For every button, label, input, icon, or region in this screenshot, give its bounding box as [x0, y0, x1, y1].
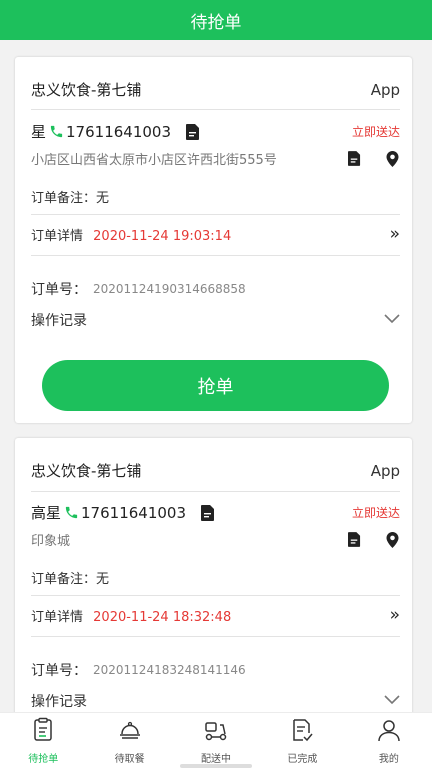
order-card-2: 忠义饮食-第七铺 App 高星 17611641003 立即送达 印象城 订单备… — [15, 438, 412, 728]
log-label: 操作记录 — [31, 694, 87, 710]
phone-icon[interactable] — [63, 505, 79, 521]
order-card-1: 忠义饮食-第七铺 App 星 17611641003 立即送达 小店区山西省太原… — [15, 57, 412, 423]
done-doc-icon — [289, 717, 315, 747]
divider — [31, 491, 400, 492]
divider — [31, 595, 400, 596]
shop-name: 忠义饮食-第七铺 — [31, 81, 142, 99]
double-chevron-right-icon[interactable]: » — [390, 224, 400, 244]
detail-label: 订单详情 — [31, 228, 84, 244]
divider — [31, 636, 400, 637]
delivery-address: 印象城 — [31, 534, 71, 549]
page-title: 待抢单 — [190, 12, 242, 33]
address-doc-icon[interactable] — [346, 151, 362, 167]
note-label: 订单备注： — [31, 572, 97, 587]
tab-label: 我的 — [378, 754, 399, 765]
delivery-type: 立即送达 — [351, 506, 400, 520]
grab-order-button[interactable]: 抢单 — [42, 360, 389, 411]
note-value: 无 — [96, 572, 110, 587]
chevron-down-icon[interactable] — [384, 312, 400, 328]
tab-delivering[interactable]: 配送中 — [173, 713, 259, 768]
location-pin-icon[interactable] — [384, 150, 400, 167]
order-no-label: 订单号： — [31, 663, 87, 679]
detail-label: 订单详情 — [31, 609, 84, 625]
order-source: App — [370, 80, 400, 99]
tab-me[interactable]: 我的 — [346, 713, 432, 768]
divider — [31, 109, 400, 110]
address-doc-icon[interactable] — [346, 532, 362, 548]
tab-label: 待抢单 — [28, 754, 59, 765]
order-time: 2020-11-24 18:32:48 — [93, 609, 232, 625]
order-detail-row[interactable]: 订单详情 2020-11-24 19:03:14 » — [31, 224, 400, 244]
customer-phone[interactable]: 17611641003 — [81, 504, 186, 522]
scooter-icon — [203, 717, 229, 747]
tab-awaiting-pickup[interactable]: 待取餐 — [86, 713, 172, 768]
customer-name: 高星 — [31, 504, 62, 522]
delivery-address: 小店区山西省太原市小店区许西北街555号 — [31, 153, 277, 168]
operation-log-row[interactable]: 操作记录 — [31, 310, 400, 330]
user-icon — [376, 717, 402, 747]
tab-label: 待取餐 — [114, 754, 145, 765]
shop-name: 忠义饮食-第七铺 — [31, 462, 142, 480]
top-bar: 待抢单 — [0, 0, 432, 40]
note-doc-icon[interactable] — [200, 504, 216, 521]
divider — [31, 214, 400, 215]
order-detail-row[interactable]: 订单详情 2020-11-24 18:32:48 » — [31, 605, 400, 625]
bottom-tab-bar: 待抢单 待取餐 配送中 已完成 我的 — [0, 712, 432, 768]
home-indicator — [180, 764, 252, 768]
note-value: 无 — [96, 191, 110, 206]
note-doc-icon[interactable] — [185, 123, 201, 140]
tab-label: 配送中 — [201, 754, 232, 765]
tab-completed[interactable]: 已完成 — [259, 713, 345, 768]
note-label: 订单备注： — [31, 191, 97, 206]
customer-phone[interactable]: 17611641003 — [66, 123, 171, 141]
phone-icon[interactable] — [48, 124, 64, 140]
order-time: 2020-11-24 19:03:14 — [93, 228, 232, 244]
order-list-icon — [30, 717, 56, 747]
customer-name: 星 — [31, 123, 47, 141]
chevron-down-icon[interactable] — [384, 693, 400, 709]
cloche-icon — [117, 717, 143, 747]
order-no: 20201124183248141146 — [93, 663, 246, 677]
order-source: App — [370, 461, 400, 480]
double-chevron-right-icon[interactable]: » — [390, 605, 400, 625]
location-pin-icon[interactable] — [384, 531, 400, 548]
delivery-type: 立即送达 — [351, 125, 400, 139]
operation-log-row[interactable]: 操作记录 — [31, 691, 400, 711]
tab-pending-orders[interactable]: 待抢单 — [0, 713, 86, 768]
order-no: 20201124190314668858 — [93, 282, 246, 296]
tab-label: 已完成 — [287, 754, 318, 765]
order-no-label: 订单号： — [31, 282, 87, 298]
divider — [31, 255, 400, 256]
log-label: 操作记录 — [31, 313, 87, 329]
